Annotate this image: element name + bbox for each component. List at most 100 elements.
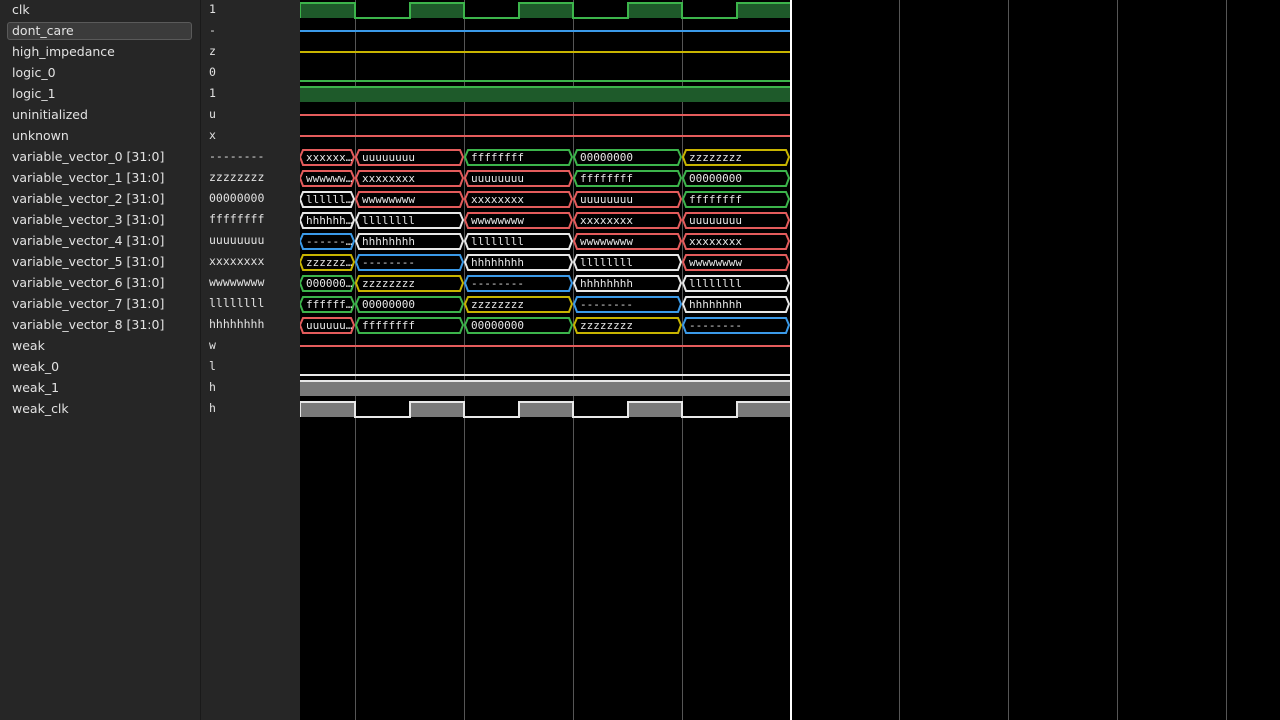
- bus-segment-value: --------: [362, 256, 415, 269]
- signal-row-variable_vector_4[interactable]: variable_vector_4 [31:0]: [0, 231, 200, 252]
- signal-value: llllllll: [209, 296, 265, 310]
- signal-value: --------: [209, 149, 265, 163]
- bus-segment-value: uuuuuuuu: [362, 151, 415, 164]
- signal-value: ffffffff: [209, 212, 265, 226]
- bus-segment-value: wwwwwwww: [362, 193, 415, 206]
- bus-segment-value: ffffffff: [580, 172, 633, 185]
- bus-segment-value: zzzzzzzz: [471, 298, 524, 311]
- signal-value: u: [209, 107, 216, 121]
- bus-segment-value: llllllll: [471, 235, 524, 248]
- signal-value: hhhhhhhh: [209, 317, 265, 331]
- signal-value: 1: [209, 86, 216, 100]
- bus-segment-value: llllll…: [306, 193, 353, 206]
- signal-row-unknown[interactable]: unknown: [0, 126, 200, 147]
- bus-segment-value: hhhhhhhh: [580, 277, 633, 290]
- bus-segment-value: hhhhhh…: [306, 214, 353, 227]
- signal-row-dont_care[interactable]: dont_care: [0, 21, 200, 42]
- signal-name: uninitialized: [12, 107, 88, 122]
- bus-segment-value: xxxxxxxx: [689, 235, 742, 248]
- bus-segment-value: 00000000: [471, 319, 524, 332]
- signal-row-variable_vector_2[interactable]: variable_vector_2 [31:0]: [0, 189, 200, 210]
- signal-name: variable_vector_4 [31:0]: [12, 233, 165, 248]
- signal-row-variable_vector_0[interactable]: variable_vector_0 [31:0]: [0, 147, 200, 168]
- signal-value: x: [209, 128, 216, 142]
- bus-segment-value: xxxxxx…: [306, 151, 353, 164]
- signal-name: variable_vector_6 [31:0]: [12, 275, 165, 290]
- signal-row-weak_clk[interactable]: weak_clk: [0, 399, 200, 420]
- bus-segment-value: zzzzzz…: [306, 256, 353, 269]
- bus-segment-value: zzzzzzzz: [689, 151, 742, 164]
- signal-row-uninitialized[interactable]: uninitialized: [0, 105, 200, 126]
- signal-value: xxxxxxxx: [209, 254, 265, 268]
- signal-row-variable_vector_1[interactable]: variable_vector_1 [31:0]: [0, 168, 200, 189]
- bus-segment-value: hhhhhhhh: [362, 235, 415, 248]
- bus-segment-value: uuuuuuuu: [471, 172, 524, 185]
- bus-segment-value: llllllll: [580, 256, 633, 269]
- signal-name: weak_0: [12, 359, 60, 374]
- clock-high-pulse: [300, 402, 355, 417]
- waveform-viewer: clk dont_care high_impedance logic_0 logic_1…: [0, 0, 1280, 720]
- signal-name: variable_vector_2 [31:0]: [12, 191, 165, 206]
- signal-row-logic_0[interactable]: logic_0: [0, 63, 200, 84]
- signal-name: variable_vector_8 [31:0]: [12, 317, 165, 332]
- signal-name: high_impedance: [12, 44, 115, 59]
- clock-high-pulse: [300, 3, 355, 18]
- signal-name: logic_1: [12, 86, 56, 101]
- bus-segment-value: ------…: [306, 235, 353, 248]
- clock-high-pulse: [410, 402, 464, 417]
- clock-high-pulse: [737, 3, 790, 18]
- signal-row-variable_vector_6[interactable]: variable_vector_6 [31:0]: [0, 273, 200, 294]
- bus-segment-value: llllllll: [362, 214, 415, 227]
- signal-row-weak[interactable]: weak: [0, 336, 200, 357]
- bus-segment-value: ffffffff: [471, 151, 524, 164]
- bus-segment-value: wwwwwwww: [689, 256, 742, 269]
- bus-segment-value: zzzzzzzz: [580, 319, 633, 332]
- waveform-canvas[interactable]: xxxxxx… uuuuuuuu ffffffff 00000000 zzzzzzzz w…: [298, 0, 1280, 720]
- signal-name: clk: [12, 2, 30, 17]
- signal-name: logic_0: [12, 65, 56, 80]
- signal-row-variable_vector_3[interactable]: variable_vector_3 [31:0]: [0, 210, 200, 231]
- bus-segment-value: uuuuuuuu: [580, 193, 633, 206]
- signal-row-high_impedance[interactable]: high_impedance: [0, 42, 200, 63]
- signal-name: variable_vector_0 [31:0]: [12, 149, 165, 164]
- signal-row-variable_vector_8[interactable]: variable_vector_8 [31:0]: [0, 315, 200, 336]
- bus-segment-value: --------: [580, 298, 633, 311]
- signal-row-logic_1[interactable]: logic_1: [0, 84, 200, 105]
- signal-name: variable_vector_1 [31:0]: [12, 170, 165, 185]
- bus-segment-value: 00000000: [580, 151, 633, 164]
- signal-row-weak_1[interactable]: weak_1: [0, 378, 200, 399]
- weak-high-fill: [300, 381, 790, 396]
- bus-segment-value: wwwwwwww: [580, 235, 633, 248]
- clock-high-pulse: [628, 3, 682, 18]
- signal-value: l: [209, 359, 216, 373]
- bus-segment-value: xxxxxxxx: [580, 214, 633, 227]
- bus-segment-value: hhhhhhhh: [689, 298, 742, 311]
- clock-high-pulse: [737, 402, 790, 417]
- signal-value: 00000000: [209, 191, 265, 205]
- clock-high-pulse: [410, 3, 464, 18]
- bus-segment-value: uuuuuu…: [306, 319, 353, 332]
- signal-value: h: [209, 380, 216, 394]
- signal-value: h: [209, 401, 216, 415]
- bus-segment-value: --------: [689, 319, 742, 332]
- bus-segment-value: ffffffff: [362, 319, 415, 332]
- signal-row-clk[interactable]: clk: [0, 0, 200, 21]
- signal-value: uuuuuuuu: [209, 233, 265, 247]
- bus-segment-value: ffffff…: [306, 298, 353, 311]
- bus-segment-value: xxxxxxxx: [362, 172, 415, 185]
- signal-name: weak_clk: [12, 401, 69, 416]
- signal-value: 0: [209, 65, 216, 79]
- bus-segment-value: zzzzzzzz: [362, 277, 415, 290]
- signal-row-variable_vector_7[interactable]: variable_vector_7 [31:0]: [0, 294, 200, 315]
- signal-row-weak_0[interactable]: weak_0: [0, 357, 200, 378]
- bus-segment-value: llllllll: [689, 277, 742, 290]
- waveform-panel[interactable]: xxxxxx… uuuuuuuu ffffffff 00000000 zzzzzzzz w…: [298, 0, 1280, 720]
- bus-segment-value: 00000000: [362, 298, 415, 311]
- signal-value: zzzzzzzz: [209, 170, 265, 184]
- bus-segment-value: wwwwwwww: [471, 214, 524, 227]
- bus-segment-value: --------: [471, 277, 524, 290]
- signal-value: 1: [209, 2, 216, 16]
- bus-segment-value: wwwwww…: [306, 172, 353, 185]
- signal-name: unknown: [12, 128, 69, 143]
- signal-row-variable_vector_5[interactable]: variable_vector_5 [31:0]: [0, 252, 200, 273]
